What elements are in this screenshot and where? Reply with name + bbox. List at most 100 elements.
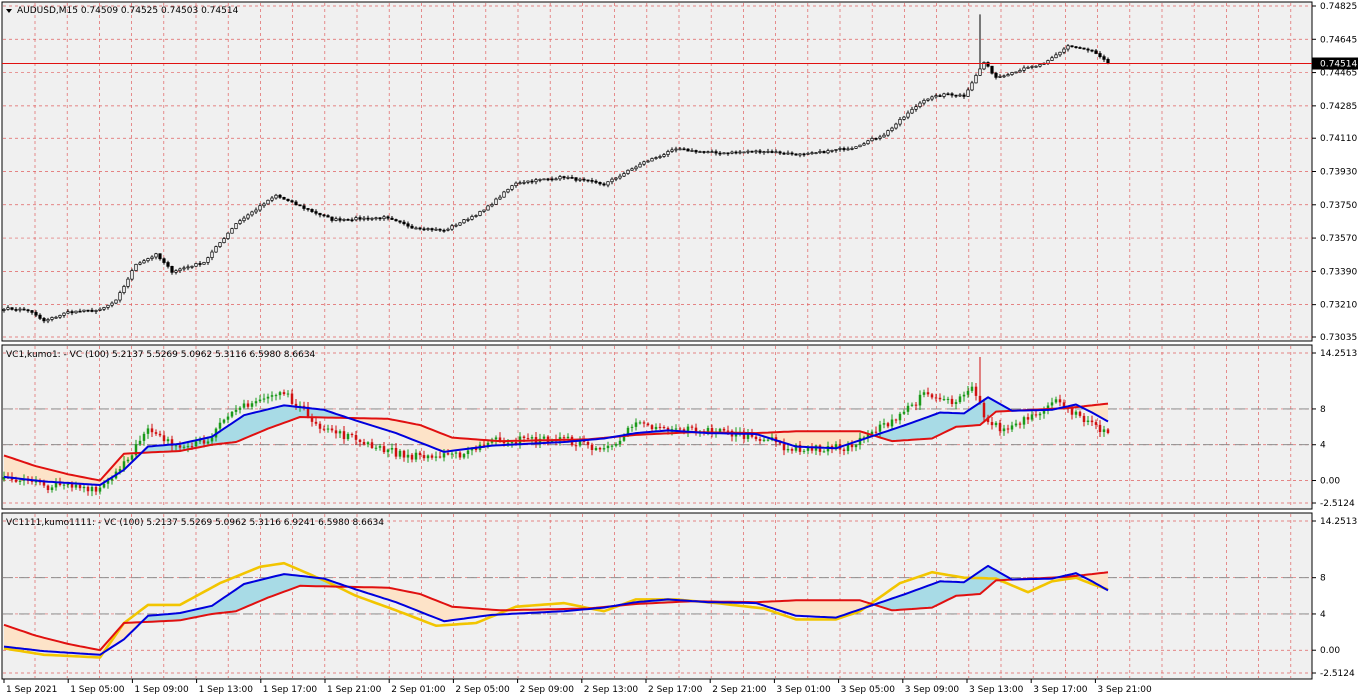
vc-candle <box>630 426 634 428</box>
price-candle <box>650 158 654 162</box>
price-candle <box>918 102 922 107</box>
price-candle <box>242 217 246 222</box>
y-tick-label: 0.73930 <box>1320 168 1357 178</box>
vc-candle <box>434 456 438 458</box>
y-tick-label: 0.74110 <box>1320 134 1357 144</box>
price-candle <box>1022 67 1026 71</box>
vc-candle <box>542 436 546 439</box>
vc-candle <box>334 430 338 434</box>
price-candle <box>946 93 950 96</box>
kumo-segment <box>956 413 960 427</box>
price-candle <box>722 152 726 155</box>
kumo-segment <box>8 626 12 648</box>
price-candle <box>50 317 54 320</box>
price-candle <box>770 151 774 153</box>
price-candle <box>190 265 194 268</box>
price-candle <box>502 191 506 198</box>
vc-candle <box>530 437 534 439</box>
price-candle <box>818 151 822 153</box>
price-candle <box>934 95 938 98</box>
price-candle <box>2 309 6 311</box>
y-tick-label: 4 <box>1320 610 1326 620</box>
vc-candle <box>146 428 150 434</box>
kumo-segment <box>240 415 244 441</box>
vc-candle <box>254 401 258 404</box>
price-candle <box>574 177 578 181</box>
kumo-segment <box>28 632 32 650</box>
price-candle <box>78 310 82 313</box>
price-candle <box>414 227 418 230</box>
kumo-segment <box>816 600 820 617</box>
price-candle <box>834 149 838 151</box>
kumo-segment <box>924 416 928 440</box>
price-candle <box>746 150 750 153</box>
vc-candle <box>194 441 198 447</box>
vc-candle <box>1098 424 1102 433</box>
vc-candle <box>46 485 50 491</box>
vc-candle <box>50 487 54 491</box>
kumo-segment <box>456 437 460 451</box>
y-tick-label: 0.73570 <box>1320 234 1357 244</box>
kumo-segment <box>960 582 964 596</box>
vc-candle <box>690 426 694 428</box>
kumo-segment <box>268 408 272 429</box>
price-candle <box>182 267 186 270</box>
price-candle <box>66 311 70 314</box>
y-tick-label: 4 <box>1320 441 1326 451</box>
price-candle <box>318 212 322 216</box>
vc-candle <box>462 454 466 458</box>
price-candle <box>458 222 462 226</box>
y-tick-label: 8 <box>1320 405 1326 415</box>
vc-candle <box>98 487 102 492</box>
price-candle <box>906 112 910 118</box>
price-candle <box>678 148 682 151</box>
price-candle <box>162 258 166 263</box>
vc-candle <box>982 402 986 418</box>
kumo-segment <box>236 586 240 612</box>
price-candle <box>638 163 642 168</box>
kumo-segment <box>260 579 264 602</box>
kumo-segment <box>4 624 8 648</box>
price-candle <box>186 266 190 269</box>
price-candle <box>914 106 918 110</box>
kumo-segment <box>256 580 260 603</box>
kumo-segment <box>932 582 936 608</box>
price-candle <box>962 94 966 97</box>
price-candle <box>302 205 306 209</box>
y-tick-label: 0.73390 <box>1320 267 1357 277</box>
price-candle <box>86 309 90 312</box>
vc-candle <box>94 486 98 492</box>
vc-candle <box>62 484 66 486</box>
vc-candle <box>874 431 878 433</box>
price-candle <box>618 175 622 179</box>
price-candle <box>658 156 662 158</box>
price-candle <box>974 75 978 84</box>
x-tick-label: 2 Sep 17:00 <box>648 685 703 695</box>
vc-candle <box>426 455 430 459</box>
price-candle <box>706 151 710 154</box>
kumo-segment <box>908 591 912 610</box>
vc-candle <box>938 397 942 400</box>
vc-candle <box>854 444 858 448</box>
price-candle <box>1018 70 1022 73</box>
price-candle <box>766 151 770 153</box>
vc-candle <box>894 419 898 421</box>
vc-candle <box>786 448 790 451</box>
vc-candle <box>890 419 894 427</box>
price-candle <box>234 223 238 229</box>
kumo-segment <box>928 415 932 439</box>
vc-candle <box>318 423 322 429</box>
x-tick-label: 3 Sep 05:00 <box>841 685 896 695</box>
kumo-segment <box>24 631 28 650</box>
vc-candle <box>1102 429 1106 433</box>
price-candle <box>666 151 670 155</box>
kumo-segment <box>828 431 832 449</box>
price-candle <box>194 263 198 267</box>
vc-candle <box>266 396 270 399</box>
kumo-segment <box>268 577 272 598</box>
price-candle <box>938 95 942 97</box>
kumo-segment <box>436 431 440 451</box>
price-candle <box>822 151 826 154</box>
kumo-segment <box>940 412 944 435</box>
y-tick-label: 14.2513 <box>1320 517 1357 527</box>
